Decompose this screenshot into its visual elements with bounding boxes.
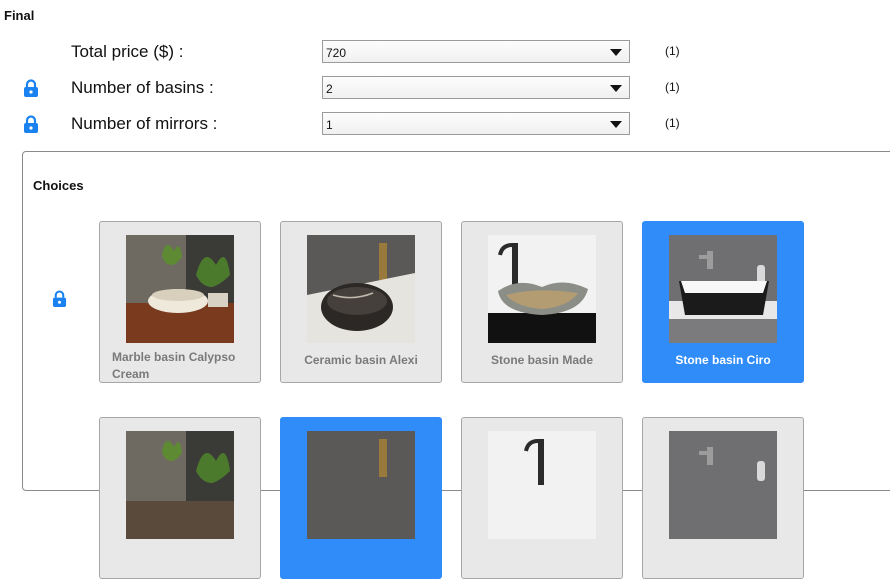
number-of-mirrors-count: (1) [665, 116, 680, 130]
choice-card-stone-basin-ciro-2[interactable] [642, 417, 804, 579]
total-price-select[interactable]: 720 [322, 40, 630, 63]
choice-card-marble-basin-calypso-cream-2[interactable] [99, 417, 261, 579]
number-of-basins-value: 2 [326, 82, 333, 96]
number-of-mirrors-value: 1 [326, 118, 333, 132]
lock-icon[interactable] [52, 290, 67, 307]
choices-title: Choices [33, 178, 84, 193]
number-of-basins-select[interactable]: 2 [322, 76, 630, 99]
total-price-row: Total price ($) : 720 (1) [0, 39, 890, 65]
total-price-count: (1) [665, 44, 680, 58]
stone-basin-ciro-image [669, 431, 777, 539]
chevron-down-icon [610, 49, 622, 56]
number-of-mirrors-label: Number of mirrors : [71, 114, 218, 133]
choice-caption: Stone basin Ciro [675, 353, 771, 367]
choice-card-ceramic-basin-alexi-2[interactable] [280, 417, 442, 579]
stone-basin-made-image [488, 235, 596, 343]
number-of-basins-count: (1) [665, 80, 680, 94]
ceramic-basin-image [307, 431, 415, 539]
chevron-down-icon [610, 85, 622, 92]
choice-card-marble-basin-calypso-cream[interactable]: Marble basin Calypso Cream [99, 221, 261, 383]
choice-caption: Ceramic basin Alexi [304, 353, 418, 367]
choice-caption: Marble basin Calypso Cream [112, 350, 236, 381]
choice-card-stone-basin-made-2[interactable] [461, 417, 623, 579]
stone-basin-made-image [488, 431, 596, 539]
lock-icon[interactable] [23, 115, 39, 133]
number-of-basins-row: Number of basins : 2 (1) [0, 75, 890, 101]
marble-basin-image [126, 235, 234, 343]
choice-card-ceramic-basin-alexi[interactable]: Ceramic basin Alexi [280, 221, 442, 383]
choice-card-stone-basin-ciro[interactable]: Stone basin Ciro [642, 221, 804, 383]
ceramic-basin-image [307, 235, 415, 343]
chevron-down-icon [610, 121, 622, 128]
number-of-basins-label: Number of basins : [71, 78, 214, 97]
marble-basin-image [126, 431, 234, 539]
choice-card-stone-basin-made[interactable]: Stone basin Made [461, 221, 623, 383]
choice-caption: Stone basin Made [490, 353, 594, 367]
lock-icon[interactable] [23, 79, 39, 97]
number-of-mirrors-select[interactable]: 1 [322, 112, 630, 135]
stone-basin-ciro-image [669, 235, 777, 343]
total-price-value: 720 [326, 46, 347, 60]
section-title: Final [4, 8, 35, 23]
number-of-mirrors-row: Number of mirrors : 1 (1) [0, 111, 890, 137]
total-price-label: Total price ($) : [71, 42, 184, 61]
